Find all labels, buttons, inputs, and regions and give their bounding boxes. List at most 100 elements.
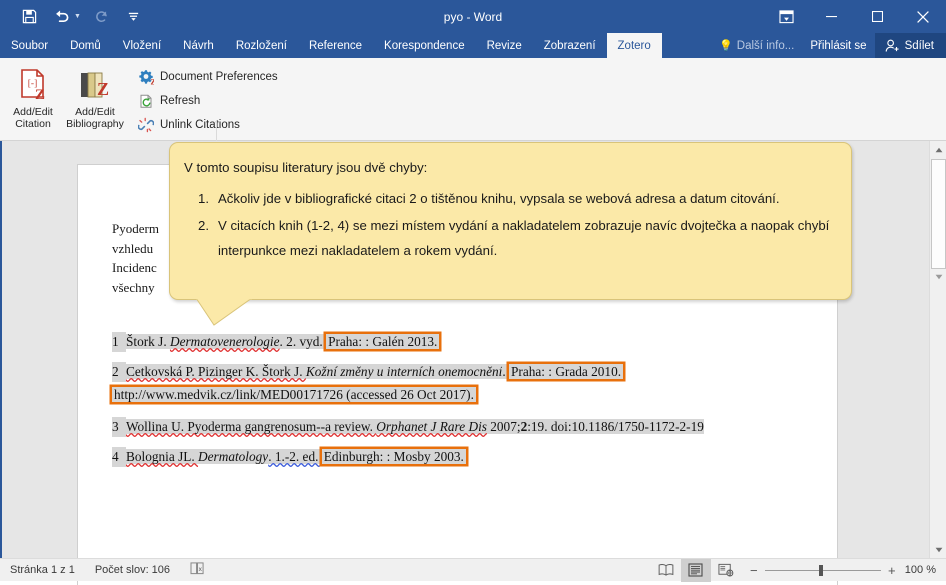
document-preferences-button[interactable]: Z Document Preferences <box>138 66 278 88</box>
scroll-up-button[interactable] <box>930 141 946 158</box>
save-glyph <box>22 9 36 24</box>
redo-icon[interactable] <box>87 4 117 30</box>
title-bar: ▼ pyo - Word <box>0 0 946 33</box>
maximize-button[interactable] <box>854 0 900 33</box>
tab-korespondence[interactable]: Korespondence <box>373 33 476 58</box>
zoom-out-button[interactable]: − <box>749 563 759 578</box>
word-count[interactable]: Počet slov: 106 <box>85 564 180 576</box>
add-edit-bibliography-label-2: Bibliography <box>66 118 124 130</box>
tab-strip-right-area: 💡 Další info... Přihlásit se Sdílet <box>711 33 946 58</box>
refresh-button[interactable]: Refresh <box>138 90 278 112</box>
callout-item-2: 2. V citacích knih (1-2, 4) se mezi míst… <box>184 213 835 263</box>
scrollbar-thumb[interactable] <box>931 159 946 269</box>
tab-domu[interactable]: Domů <box>59 33 112 58</box>
bib-4-authors: Bolognia JL. <box>126 449 199 464</box>
share-label: Sdílet <box>904 39 934 52</box>
add-edit-citation-button[interactable]: [-] Z Add/Edit Citation <box>4 62 62 130</box>
callout-item-1: 1. Ačkoliv jde v bibliografické citaci 2… <box>184 186 835 211</box>
close-button[interactable] <box>900 0 946 33</box>
page-indicator[interactable]: Stránka 1 z 1 <box>0 564 85 576</box>
sign-in-button[interactable]: Přihlásit se <box>802 33 874 58</box>
bib-3-authors-title: Wollina U. Pyoderma gangrenosum--a revie… <box>126 419 377 434</box>
tab-navrh[interactable]: Návrh <box>172 33 225 58</box>
undo-icon[interactable] <box>46 4 76 30</box>
bib-2-number: 2 <box>112 362 126 382</box>
share-button[interactable]: Sdílet <box>874 33 946 58</box>
bib-2-authors: Cetkovská P. Pizinger K. Štork J. <box>126 364 306 379</box>
tab-zobrazeni[interactable]: Zobrazení <box>533 33 607 58</box>
callout-item-1-text: Ačkoliv jde v bibliografické citaci 2 o … <box>218 191 780 206</box>
customize-quick-access-toolbar-icon[interactable] <box>119 4 149 30</box>
tab-revize[interactable]: Revize <box>476 33 533 58</box>
bib-3-doi: :19. doi:10.1186/1750-1172-2-19 <box>527 419 704 434</box>
scroll-down-small-icon <box>935 274 942 280</box>
zoom-track[interactable] <box>764 564 881 576</box>
add-edit-citation-icon: [-] Z <box>15 67 51 103</box>
print-layout-button[interactable] <box>680 558 711 582</box>
bib-4-number: 4 <box>112 447 126 467</box>
ribbon: [-] Z Add/Edit Citation Z Add/Edit Bibli… <box>0 58 946 195</box>
refresh-icon <box>138 93 154 109</box>
undo-dropdown-icon[interactable]: ▼ <box>74 13 81 20</box>
bibliography-entry-2[interactable]: 2 Cetkovská P. Pizinger K. Štork J. Kožní… <box>112 362 812 405</box>
tab-zotero[interactable]: Zotero <box>606 33 662 58</box>
bib-1-title: Dermatovenerologie <box>169 334 280 349</box>
bibliography-entry-3[interactable]: 3 Wollina U. Pyoderma gangrenosum--a revi… <box>112 417 812 437</box>
ribbon-tab-strip: Soubor Domů Vložení Návrh Rozložení Refe… <box>0 33 946 58</box>
tab-rozlozeni[interactable]: Rozložení <box>225 33 298 58</box>
lightbulb-icon: 💡 <box>719 40 733 52</box>
bib-4-edition: . 1.-2. ed. <box>268 449 322 464</box>
redo-glyph <box>96 11 107 22</box>
bibliography-list[interactable]: 1 Štork J. Dermatovenerologie. 2. vyd. Pr… <box>112 332 812 477</box>
bib-1-imprint-highlight: Praha: : Galén 2013. <box>326 334 440 349</box>
maximize-icon <box>871 11 883 22</box>
broken-link-icon <box>137 117 155 133</box>
tab-reference[interactable]: Reference <box>298 33 373 58</box>
scroll-up-icon <box>935 147 942 152</box>
close-icon <box>917 10 929 23</box>
svg-text:x: x <box>199 566 203 573</box>
zoom-level[interactable]: 100 % <box>905 564 946 576</box>
read-mode-button[interactable] <box>651 559 681 582</box>
vertical-scrollbar[interactable] <box>929 141 946 558</box>
web-layout-button[interactable] <box>711 559 741 582</box>
zoom-thumb[interactable] <box>818 564 823 576</box>
bibliography-entry-4[interactable]: 4 Bolognia JL. Dermatology. 1.-2. ed. Edi… <box>112 447 812 467</box>
share-person-icon <box>885 39 899 52</box>
ribbon-display-glyph <box>778 9 794 23</box>
tab-vlozeni[interactable]: Vložení <box>112 33 172 58</box>
status-bar-right: − + 100 % <box>651 558 946 582</box>
read-mode-icon <box>658 564 674 576</box>
svg-text:Z: Z <box>35 87 45 103</box>
add-edit-citation-label-2: Citation <box>15 118 51 130</box>
minimize-button[interactable] <box>808 0 854 33</box>
proofing-errors-icon[interactable]: x <box>180 562 215 578</box>
zoom-slider[interactable]: − + <box>741 563 905 578</box>
unlink-citations-button[interactable]: Unlink Citations <box>137 114 278 136</box>
print-layout-icon <box>688 563 703 577</box>
scroll-down-button[interactable] <box>930 541 946 558</box>
bib-2-imprint-highlight: Praha: : Grada 2010. <box>509 364 624 379</box>
bibliography-entry-1[interactable]: 1 Štork J. Dermatovenerologie. 2. vyd. Pr… <box>112 332 812 352</box>
bib-4-imprint-highlight: Edinburgh: : Mosby 2003. <box>321 449 466 464</box>
status-bar: Stránka 1 z 1 Počet slov: 106 x − + 100 … <box>0 558 946 582</box>
tab-soubor[interactable]: Soubor <box>0 33 59 58</box>
minimize-icon <box>825 16 837 18</box>
zotero-small-buttons: Z Document Preferences Refresh Unlink Ci… <box>128 62 278 136</box>
callout-item-1-number: 1. <box>198 191 209 206</box>
save-icon[interactable] <box>14 4 44 30</box>
customize-qat-glyph <box>129 12 139 21</box>
bib-4-title: Dermatology <box>198 449 269 464</box>
document-preferences-label: Document Preferences <box>160 71 278 83</box>
svg-text:Z: Z <box>151 78 155 86</box>
undo-glyph <box>55 10 68 23</box>
quick-access-toolbar: ▼ <box>0 4 149 30</box>
tell-me-box[interactable]: 💡 Další info... <box>711 33 802 58</box>
split-window-handle[interactable] <box>931 271 946 283</box>
zoom-in-button[interactable]: + <box>887 563 897 578</box>
tell-me-label: Další info... <box>736 39 795 52</box>
callout-item-2-number: 2. <box>198 218 209 233</box>
callout-tail <box>196 298 252 326</box>
ribbon-display-options-icon[interactable] <box>764 0 808 33</box>
add-edit-bibliography-button[interactable]: Z Add/Edit Bibliography <box>62 62 128 130</box>
